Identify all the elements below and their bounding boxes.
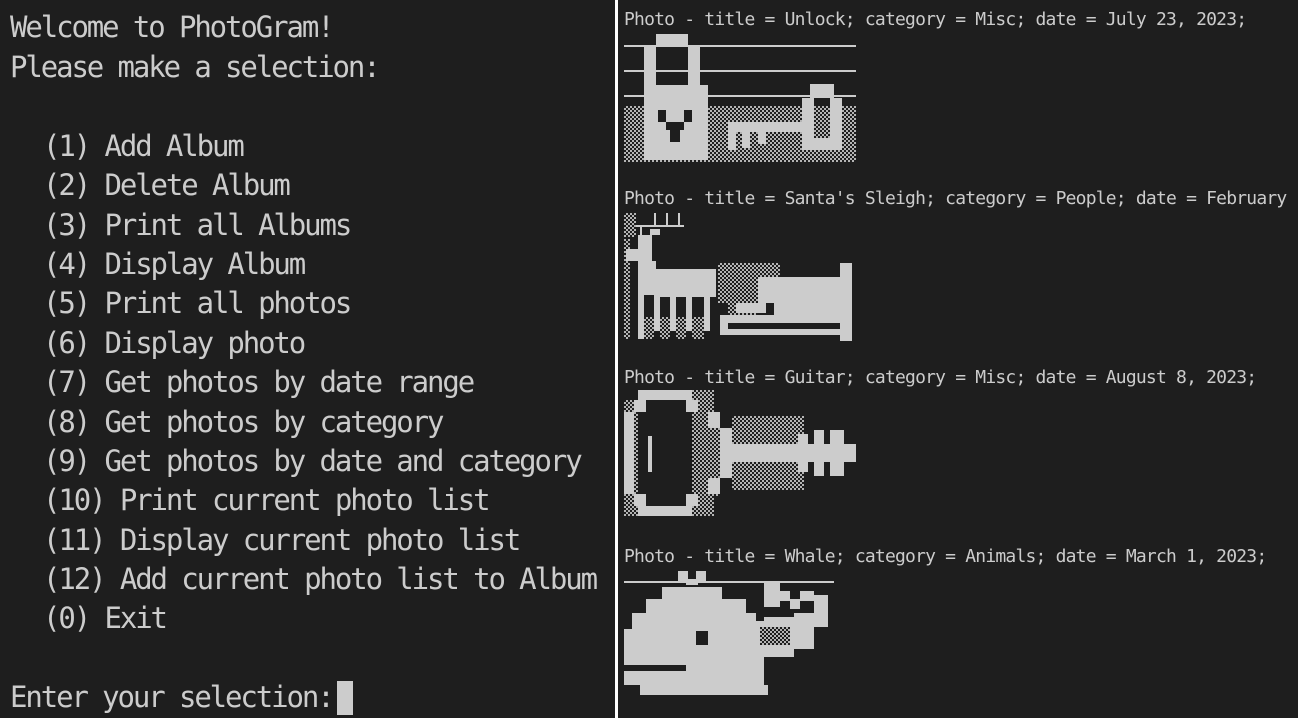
menu-item-get-photos-by-date-range: (7) Get photos by date range [43,365,475,399]
reindeer-sleigh-icon [624,213,852,341]
photo-caption-unlock: Photo - title = Unlock; category = Misc;… [624,9,1247,30]
welcome-text: Welcome to PhotoGram! [10,10,335,44]
photo-caption-whale: Photo - title = Whale; category = Animal… [624,546,1267,567]
menu-item-add-album: (1) Add Album [43,129,245,163]
input-prompt-label: Enter your selection: [10,680,335,714]
menu-item-print-current-photo-list: (10) Print current photo list [43,483,491,517]
menu-item-display-current-photo-list: (11) Display current photo list [43,523,521,557]
terminal-menu-pane: Welcome to PhotoGram! Please make a sele… [0,0,615,718]
menu-item-display-album: (4) Display Album [43,247,306,281]
menu-item-display-photo: (6) Display photo [43,326,306,360]
selection-input[interactable]: Enter your selection: [10,680,353,715]
photo-caption-guitar: Photo - title = Guitar; category = Misc;… [624,367,1257,388]
menu-item-get-photos-by-date-and-category: (9) Get photos by date and category [43,444,583,478]
selection-header: Please make a selection: [10,50,381,84]
menu-item-exit: (0) Exit [43,601,168,635]
text-cursor[interactable] [336,681,353,715]
menu-item-get-photos-by-category: (8) Get photos by category [43,405,444,439]
guitar-icon [624,390,856,516]
lock-and-key-icon [624,34,856,162]
photo-caption-santas-sleigh: Photo - title = Santa's Sleigh; category… [624,188,1287,209]
whale-icon [624,571,834,695]
photo-output-pane: Photo - title = Unlock; category = Misc;… [618,0,1298,718]
menu-item-print-all-albums: (3) Print all Albums [43,208,352,242]
menu-item-print-all-photos: (5) Print all photos [43,286,352,320]
menu-item-delete-album: (2) Delete Album [43,168,291,202]
menu-item-add-current-photo-list-to-album: (12) Add current photo list to Album [43,562,598,596]
